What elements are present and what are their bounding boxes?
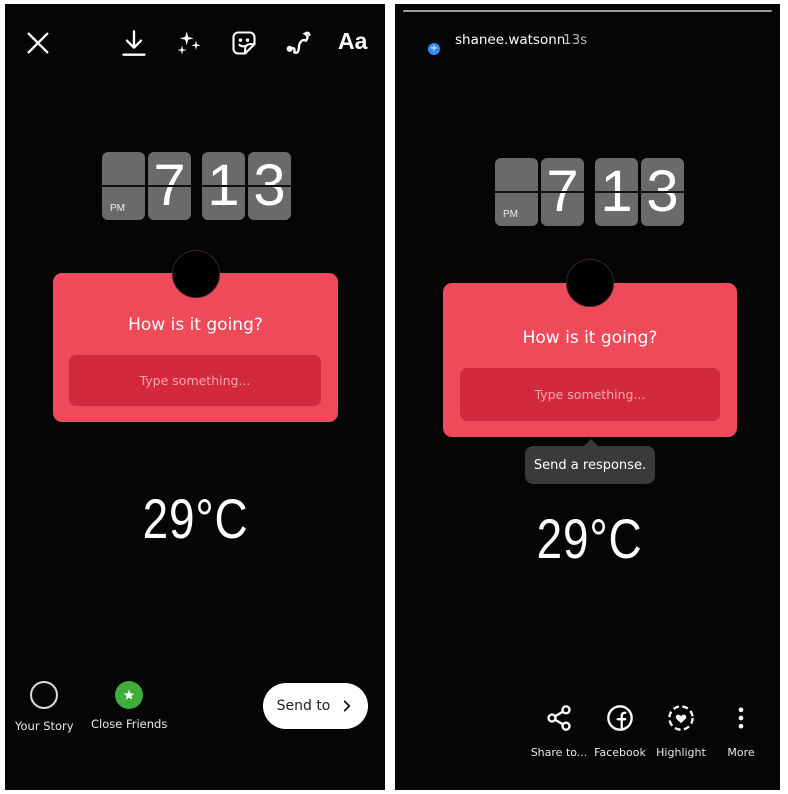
- story-editor-panel: Aa PM 7 1 3 How is it going? Type someth…: [5, 4, 385, 790]
- share-icon: [547, 705, 571, 731]
- download-button[interactable]: [119, 28, 149, 58]
- close-friends-badge: [115, 681, 144, 709]
- download-icon: [122, 30, 146, 56]
- text-tool-button[interactable]: Aa: [338, 28, 367, 55]
- clock-hour: 7: [541, 158, 584, 226]
- question-response-input[interactable]: Type something...: [69, 355, 321, 406]
- story-progress-bar: [403, 10, 772, 12]
- story-timestamp: 13s: [563, 32, 588, 48]
- more-label: More: [727, 746, 755, 759]
- chevron-right-icon: [344, 700, 351, 712]
- highlight-label: Highlight: [656, 746, 706, 759]
- send-response-tooltip: Send a response.: [525, 439, 655, 484]
- story-username[interactable]: shanee.watsonn: [455, 32, 565, 48]
- question-avatar: [172, 250, 220, 298]
- share-to-label: Share to...: [530, 746, 588, 759]
- story-viewer-panel: + shanee.watsonn 13s PM 7 1 3 How is it …: [395, 4, 780, 790]
- clock-ampm-tile: PM: [495, 158, 538, 226]
- temperature-sticker[interactable]: 29°C: [143, 486, 249, 551]
- send-to-label: Send to: [276, 698, 331, 714]
- question-title: How is it going?: [128, 315, 263, 335]
- facebook-button[interactable]: Facebook: [590, 704, 650, 759]
- facebook-label: Facebook: [594, 746, 646, 759]
- temperature-sticker: 29°C: [536, 507, 643, 570]
- question-response-input[interactable]: Type something...: [460, 368, 720, 421]
- facebook-icon: [607, 705, 633, 731]
- close-icon: [27, 32, 49, 54]
- question-title: How is it going?: [522, 328, 658, 348]
- clock-minute-tens: 1: [595, 158, 638, 226]
- send-to-button[interactable]: Send to: [263, 683, 368, 729]
- draw-button[interactable]: [284, 28, 314, 58]
- your-story-label: Your Story: [15, 719, 74, 733]
- clock-sticker: PM 7 1 3: [495, 158, 684, 226]
- highlight-icon: [668, 705, 694, 731]
- share-to-button[interactable]: Share to...: [529, 704, 589, 759]
- close-button[interactable]: [23, 28, 53, 58]
- more-button[interactable]: More: [711, 704, 771, 759]
- close-friends-label: Close Friends: [91, 717, 168, 731]
- sticker-button[interactable]: [229, 28, 259, 58]
- clock-minute-tens: 1: [202, 152, 245, 220]
- clock-ampm-tile: PM: [102, 152, 145, 220]
- clock-sticker[interactable]: PM 7 1 3: [102, 152, 291, 220]
- effects-button[interactable]: [174, 28, 204, 58]
- clock-ampm: PM: [110, 203, 125, 214]
- clock-minute-ones: 3: [641, 158, 684, 226]
- star-icon: [123, 689, 135, 700]
- plus-icon[interactable]: +: [428, 43, 440, 55]
- highlight-button[interactable]: Highlight: [651, 704, 711, 759]
- close-friends-option[interactable]: Close Friends: [91, 681, 167, 731]
- question-avatar: [566, 259, 614, 307]
- your-story-option[interactable]: Your Story: [15, 681, 74, 733]
- more-vertical-icon: [738, 707, 744, 729]
- sparkles-icon: [177, 31, 201, 55]
- sticker-icon: [232, 31, 256, 55]
- circle-icon: [30, 681, 59, 709]
- draw-icon: [286, 31, 311, 54]
- clock-hour: 7: [148, 152, 191, 220]
- clock-ampm: PM: [503, 209, 518, 220]
- clock-minute-ones: 3: [248, 152, 291, 220]
